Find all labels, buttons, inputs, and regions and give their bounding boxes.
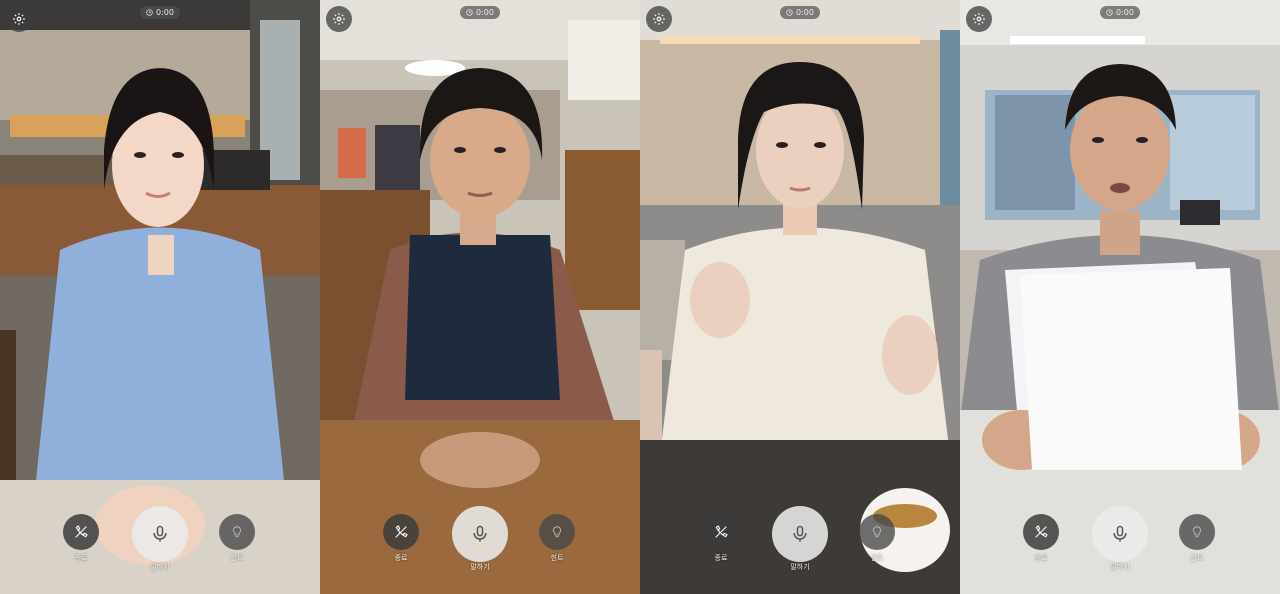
end-call-control: 종료 [703, 514, 739, 563]
call-panel-1: 0:00 종료 말하기 힌트 [0, 0, 320, 594]
call-timer: 0:00 [780, 6, 820, 19]
microphone-icon [1113, 525, 1127, 542]
end-call-control: 종료 [383, 514, 419, 563]
hint-label: 힌트 [870, 554, 884, 562]
call-controls: 종료 말하기 힌트 [0, 506, 320, 576]
video-call-grid: 0:00 종료 말하기 힌트 0:00 종료 말하기 힌트 0:00 종료 말하… [0, 0, 1280, 594]
clock-icon [786, 9, 793, 16]
call-controls: 종료 말하기 힌트 [640, 506, 960, 576]
phone-hangup-icon [1035, 525, 1048, 538]
hint-control: 힌트 [1179, 514, 1215, 563]
talk-button[interactable] [1092, 506, 1148, 562]
end-call-label: 종료 [394, 554, 408, 562]
call-controls: 종료 말하기 힌트 [320, 506, 640, 576]
phone-hangup-icon [715, 525, 728, 538]
phone-hangup-icon [75, 525, 88, 538]
settings-button[interactable] [966, 6, 992, 32]
clock-icon [466, 9, 473, 16]
end-call-label: 종료 [714, 554, 728, 562]
talk-control: 말하기 [1092, 506, 1148, 572]
timer-text: 0:00 [156, 8, 174, 17]
talk-label: 말하기 [470, 563, 490, 571]
hint-control: 힌트 [219, 514, 255, 563]
hint-control: 힌트 [539, 514, 575, 563]
microphone-icon [153, 525, 167, 542]
lightbulb-icon [1193, 526, 1201, 538]
lightbulb-icon [553, 526, 561, 538]
microphone-icon [793, 525, 807, 542]
talk-label: 말하기 [150, 563, 170, 571]
video-feed-restaurant-older-woman [320, 0, 640, 594]
clock-icon [146, 9, 153, 16]
talk-label: 말하기 [1110, 563, 1130, 571]
timer-text: 0:00 [476, 8, 494, 17]
end-call-button[interactable] [703, 514, 739, 550]
end-call-button[interactable] [63, 514, 99, 550]
hint-label: 힌트 [1190, 554, 1204, 562]
call-controls: 종료 말하기 힌트 [960, 506, 1280, 576]
talk-label: 말하기 [790, 563, 810, 571]
hint-button[interactable] [219, 514, 255, 550]
talk-button[interactable] [132, 506, 188, 562]
end-call-button[interactable] [383, 514, 419, 550]
video-feed-office-man-papers [960, 0, 1280, 594]
timer-text: 0:00 [796, 8, 814, 17]
clock-icon [1106, 9, 1113, 16]
microphone-icon [473, 525, 487, 542]
gear-icon [973, 13, 985, 25]
settings-button[interactable] [6, 6, 32, 32]
talk-button[interactable] [772, 506, 828, 562]
video-feed-cafe-woman-sweater [640, 0, 960, 594]
video-feed-cafe-young-woman [0, 0, 320, 594]
hint-button[interactable] [1179, 514, 1215, 550]
gear-icon [653, 13, 665, 25]
hint-button[interactable] [859, 514, 895, 550]
lightbulb-icon [233, 526, 241, 538]
call-panel-3: 0:00 종료 말하기 힌트 [640, 0, 960, 594]
talk-button[interactable] [452, 506, 508, 562]
talk-control: 말하기 [772, 506, 828, 572]
end-call-control: 종료 [63, 514, 99, 563]
end-call-label: 종료 [1034, 554, 1048, 562]
end-call-label: 종료 [74, 554, 88, 562]
talk-control: 말하기 [132, 506, 188, 572]
talk-control: 말하기 [452, 506, 508, 572]
lightbulb-icon [873, 526, 881, 538]
settings-button[interactable] [326, 6, 352, 32]
end-call-control: 종료 [1023, 514, 1059, 563]
hint-label: 힌트 [550, 554, 564, 562]
end-call-button[interactable] [1023, 514, 1059, 550]
call-panel-2: 0:00 종료 말하기 힌트 [320, 0, 640, 594]
phone-hangup-icon [395, 525, 408, 538]
call-timer: 0:00 [1100, 6, 1140, 19]
hint-label: 힌트 [230, 554, 244, 562]
gear-icon [13, 13, 25, 25]
call-timer: 0:00 [460, 6, 500, 19]
call-timer: 0:00 [140, 6, 180, 19]
call-panel-4: 0:00 종료 말하기 힌트 [960, 0, 1280, 594]
hint-button[interactable] [539, 514, 575, 550]
settings-button[interactable] [646, 6, 672, 32]
timer-text: 0:00 [1116, 8, 1134, 17]
hint-control: 힌트 [859, 514, 895, 563]
gear-icon [333, 13, 345, 25]
